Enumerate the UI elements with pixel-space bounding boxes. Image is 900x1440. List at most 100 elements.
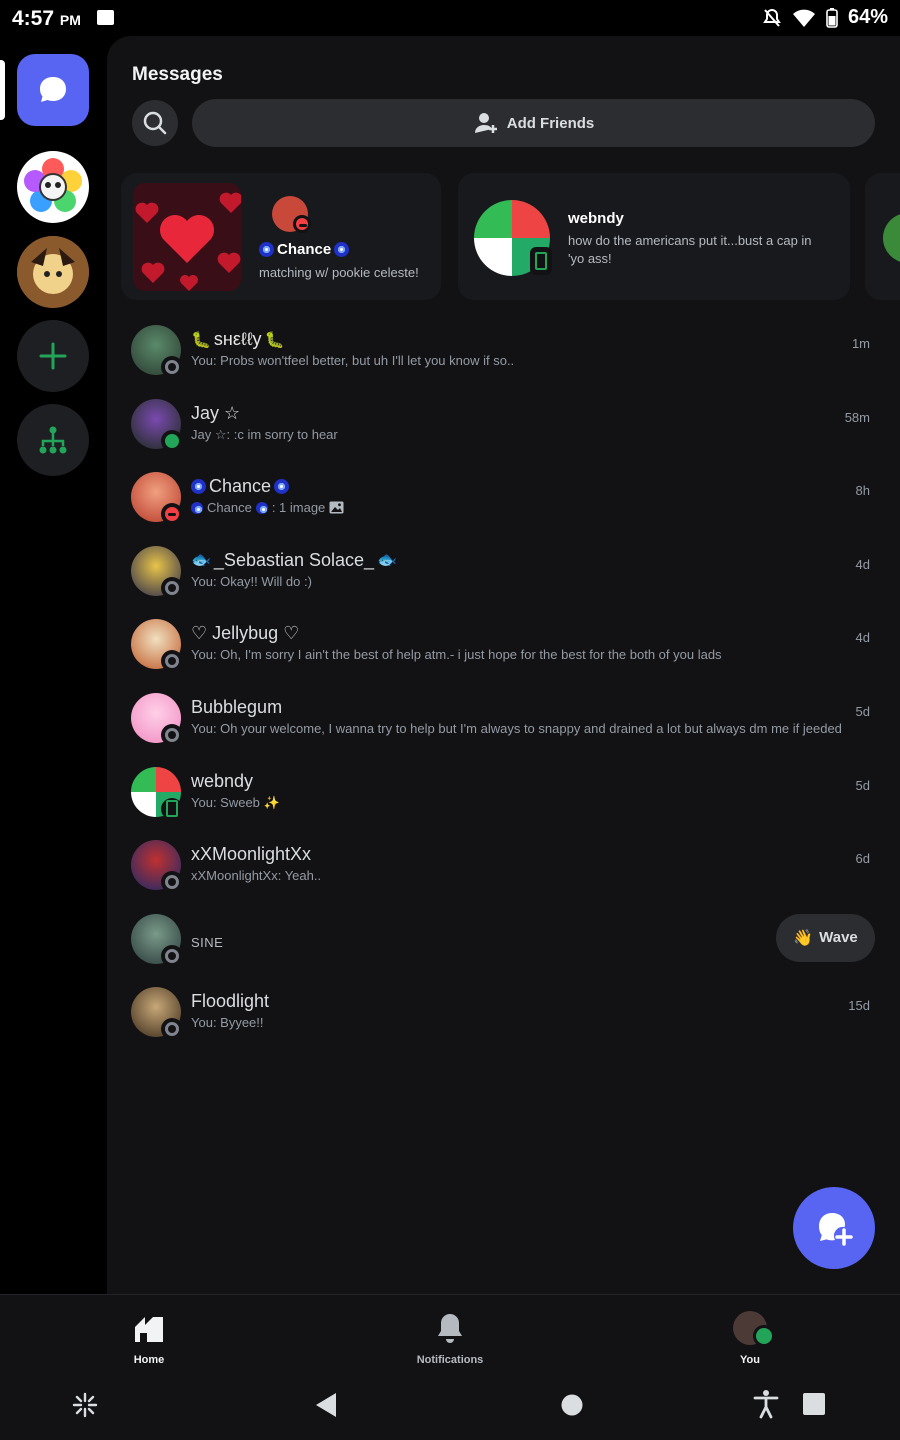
eye-emoji-icon <box>259 242 274 257</box>
offline-status-icon <box>161 944 183 967</box>
home-icon <box>135 1317 163 1342</box>
dm-name: Bubblegum <box>191 696 283 717</box>
bell-icon <box>438 1314 462 1343</box>
discover-hub-button[interactable] <box>17 404 89 476</box>
dm-preview: Chance: 1 image <box>191 500 344 515</box>
offline-status-icon <box>161 871 183 894</box>
hearts-image <box>133 183 241 291</box>
offline-status-icon <box>161 576 183 599</box>
dm-name: webndy <box>191 770 254 791</box>
back-icon[interactable] <box>313 1391 339 1419</box>
home-circle-icon[interactable] <box>560 1393 584 1417</box>
bell-off-icon <box>763 8 781 27</box>
eye-emoji-icon <box>255 501 268 514</box>
dm-row[interactable]: 🐛 sнεℓℓy 🐛 You: Probs won'tfeel better, bu… <box>107 318 900 392</box>
eye-emoji-icon <box>334 242 350 257</box>
dm-preview: xXMoonlightXx: Yeah.. <box>191 868 322 884</box>
chat-bubble-icon <box>40 77 66 102</box>
hub-tree-icon <box>39 426 67 454</box>
new-chat-icon <box>819 1213 853 1246</box>
add-friend-icon <box>474 113 497 133</box>
dm-name: xXMoonlightXx <box>191 844 312 865</box>
dm-row[interactable]: Chance Chance: 1 image 8h <box>107 465 900 539</box>
image-notification-icon <box>97 10 114 25</box>
dm-name: 🐟 _Sebastian Solace_ 🐟 <box>191 549 397 570</box>
dm-name: ♡ Jellybug ♡ <box>191 623 300 644</box>
avatar <box>733 1311 775 1347</box>
image-icon <box>329 501 344 514</box>
dm-row[interactable]: Bubblegum You: Oh your welcome, I wanna … <box>107 686 900 760</box>
search-button[interactable] <box>132 100 178 146</box>
dm-row[interactable]: webndy You: Sweeb ✨ 5d <box>107 760 900 834</box>
status-card-webndy[interactable]: webndy how do the americans put it...bus… <box>458 173 850 300</box>
dm-list: 🐛 sнεℓℓy 🐛 You: Probs won'tfeel better, bu… <box>107 318 900 1054</box>
page-title: Messages <box>132 64 223 85</box>
dm-name: Floodlight <box>191 991 270 1012</box>
clock: 4:57 PM <box>12 7 81 30</box>
mobile-status-icon <box>530 247 552 275</box>
server-icon-character[interactable] <box>17 236 89 308</box>
dm-row[interactable]: 🐟 _Sebastian Solace_ 🐟 You: Okay!! Will do… <box>107 539 900 613</box>
new-message-button[interactable] <box>793 1187 875 1269</box>
status-bar: 4:57 PM 64% <box>0 0 900 36</box>
sparkles-emoji-icon: ✨ <box>263 794 281 810</box>
dm-preview: You: Oh, I'm sorry I ain't the best of h… <box>191 647 722 663</box>
battery-percent: 64% <box>847 6 888 28</box>
add-friends-button[interactable]: Add Friends <box>192 99 875 147</box>
add-friends-label: Add Friends <box>506 114 595 132</box>
caterpillar-emoji-icon: 🐛 <box>191 331 211 349</box>
dnd-status-icon <box>161 503 183 526</box>
dm-row[interactable]: ♡ Jellybug ♡ You: Oh, I'm sorry I ain't … <box>107 612 900 686</box>
status-card-chance[interactable]: Chance matching w/ pookie celeste! <box>121 173 441 300</box>
offline-status-icon <box>161 1018 183 1041</box>
wave-label: Wave <box>819 929 858 947</box>
dm-row[interactable]: Floodlight You: Byyee!! 15d <box>107 980 900 1054</box>
direct-messages-button[interactable] <box>17 54 89 126</box>
dm-time: 4d <box>855 630 870 646</box>
dm-preview: Jay ☆: :c im sorry to hear <box>191 426 338 442</box>
waving-hand-icon: 👋 <box>793 929 814 947</box>
fish-emoji-icon: 🐟 <box>191 552 211 570</box>
status-card-partial[interactable] <box>865 173 900 300</box>
dm-time: 58m <box>844 409 870 425</box>
dm-time: 8h <box>855 483 870 499</box>
caterpillar-emoji-icon: 🐛 <box>264 331 285 349</box>
status-card-name: webndy <box>568 210 624 227</box>
eye-emoji-icon <box>274 479 290 495</box>
status-card-text: matching w/ pookie celeste! <box>259 265 419 280</box>
dm-preview: You: Oh your welcome, I wanna try to hel… <box>191 720 842 736</box>
dm-row[interactable]: xXMoonlightXx xXMoonlightXx: Yeah.. 6d <box>107 833 900 907</box>
search-icon <box>143 111 167 135</box>
nav-notifications[interactable]: Notifications <box>390 1311 510 1366</box>
battery-icon <box>826 7 838 28</box>
add-server-button[interactable] <box>17 320 89 392</box>
offline-status-icon <box>161 650 183 673</box>
server-rail <box>0 36 107 1294</box>
dm-time: 5d <box>855 777 870 793</box>
avatar <box>883 213 900 263</box>
messages-panel: Messages Add Friends Chance matching w/ … <box>107 36 900 1294</box>
accessibility-icon[interactable] <box>753 1389 779 1419</box>
nav-home[interactable]: Home <box>89 1311 209 1366</box>
plus-icon <box>39 342 67 370</box>
dnd-status-icon <box>293 215 311 233</box>
nav-you[interactable]: You <box>690 1311 810 1366</box>
status-card-text: how do the americans put it...bust a cap… <box>568 233 812 266</box>
dm-preview: You: Sweeb ✨ <box>191 794 281 811</box>
assistant-sparkle-icon[interactable] <box>72 1392 98 1418</box>
status-card-name: Chance <box>259 241 350 258</box>
eye-emoji-icon <box>191 479 206 495</box>
dm-row[interactable]: SINE 👋 Wave <box>107 907 900 981</box>
mobile-status-icon <box>161 797 183 820</box>
server-icon-flower[interactable] <box>17 151 89 223</box>
eye-emoji-icon <box>191 501 203 514</box>
dm-name: Jay ☆ <box>191 402 241 423</box>
recents-icon[interactable] <box>803 1393 825 1415</box>
dm-time: 1m <box>851 336 870 351</box>
dm-row[interactable]: Jay ☆ Jay ☆: :c im sorry to hear 58m <box>107 392 900 466</box>
hearts-pattern <box>133 183 241 291</box>
dm-name: 🐛 sнεℓℓy 🐛 <box>191 329 285 349</box>
selected-indicator <box>0 60 5 120</box>
dm-preview: You: Okay!! Will do :) <box>191 573 312 589</box>
wave-button[interactable]: 👋 Wave <box>776 913 875 962</box>
